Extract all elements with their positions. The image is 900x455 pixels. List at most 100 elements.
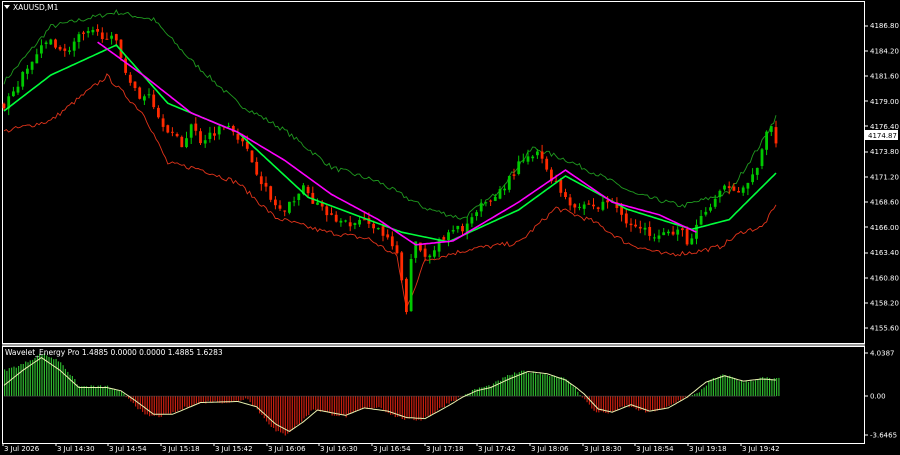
histogram-bar <box>399 396 401 417</box>
histogram-bar <box>750 380 752 397</box>
histogram-bar <box>11 367 13 397</box>
histogram-bar <box>432 396 434 414</box>
histogram-bar <box>207 396 209 402</box>
histogram-bar <box>694 393 696 397</box>
candle-body <box>283 210 287 212</box>
histogram-bar <box>242 396 244 400</box>
candle-body <box>648 227 652 236</box>
candle-body <box>236 133 240 140</box>
histogram-bar <box>724 375 726 397</box>
histogram-bar <box>317 396 319 411</box>
candle-body <box>657 235 661 239</box>
candle-body <box>634 224 637 227</box>
candle-body <box>456 225 460 230</box>
histogram-bar <box>478 387 481 397</box>
time-axis[interactable]: 3 Jul 2026 3 Jul 14:30 3 Jul 14:54 3 Jul 15… <box>2 443 780 453</box>
price-tick-label: 4155.60 <box>870 325 899 333</box>
histogram-bar <box>116 389 118 397</box>
candle-body <box>40 45 43 54</box>
trading-chart[interactable]: 4186.80 4184.20 4181.60 4179.00 4176.40 4173.… <box>0 0 900 455</box>
histogram-bar <box>67 371 69 397</box>
candle-body <box>769 126 773 132</box>
histogram-bar <box>64 368 66 397</box>
histogram-bar <box>551 375 553 397</box>
candle-body <box>662 232 666 236</box>
candle-body <box>278 205 282 209</box>
histogram-bar <box>376 396 378 408</box>
histogram-bar <box>415 396 417 421</box>
time-tick-label: 3 Jul 16:30 <box>320 445 358 453</box>
histogram-bar <box>481 387 483 397</box>
histogram-bar <box>441 396 443 408</box>
candle-body <box>517 161 521 174</box>
histogram-bar <box>656 396 658 411</box>
symbol-label[interactable]: XAUUSD,M1 <box>4 3 59 12</box>
histogram-bar <box>567 380 569 397</box>
candle-body <box>114 34 118 41</box>
histogram-bar <box>156 396 158 416</box>
candle-body <box>447 232 450 241</box>
histogram-bar <box>549 376 551 397</box>
histogram-bar <box>497 380 499 397</box>
candle-body <box>685 228 689 245</box>
histogram-bar <box>675 396 677 403</box>
price-tick-label: 4181.60 <box>870 73 899 81</box>
histogram-bar <box>322 396 324 412</box>
histogram-bar <box>418 396 420 420</box>
histogram-bar <box>39 353 41 397</box>
candle-body <box>157 107 160 118</box>
histogram-bar <box>69 374 71 397</box>
histogram-bar <box>413 396 415 421</box>
histogram-bar <box>598 396 600 413</box>
histogram-bar <box>139 396 141 410</box>
candle-body <box>376 228 380 230</box>
price-tick-label: 4171.20 <box>870 173 899 181</box>
histogram-bar <box>747 382 750 397</box>
histogram-bar <box>663 396 665 409</box>
histogram-bar <box>612 396 614 412</box>
time-tick-label: 3 Jul 2026 <box>4 445 40 453</box>
candle-body <box>152 94 156 108</box>
price-tick-label: 4166.00 <box>870 224 899 232</box>
histogram-bar <box>90 385 92 397</box>
candle-body <box>35 54 39 64</box>
time-tick-label: 3 Jul 14:30 <box>57 445 95 453</box>
histogram-bar <box>698 392 700 397</box>
histogram-bar <box>121 391 123 397</box>
time-tick-label: 3 Jul 18:06 <box>531 445 569 453</box>
histogram-bar <box>546 375 548 397</box>
histogram-bar <box>542 374 544 397</box>
candle-body <box>606 200 609 203</box>
window-separator[interactable] <box>2 344 865 346</box>
histogram-bar <box>584 396 586 400</box>
histogram-bar <box>310 396 312 411</box>
candle-body <box>587 203 591 205</box>
histogram-bar <box>766 377 768 397</box>
histogram-bar <box>343 396 345 416</box>
histogram-bar <box>769 378 771 397</box>
candle-body <box>461 226 464 232</box>
histogram-bar <box>324 396 326 412</box>
candle-body <box>741 187 745 193</box>
histogram-bar <box>553 375 555 397</box>
histogram-bar <box>237 396 240 401</box>
candle-body <box>16 86 20 93</box>
histogram-bar <box>635 396 637 410</box>
candle-body <box>339 220 343 223</box>
candle-body <box>643 227 647 230</box>
histogram-bar <box>263 396 265 419</box>
candle-body <box>723 185 726 190</box>
histogram-bar <box>436 396 438 411</box>
histogram-bar <box>715 378 717 397</box>
candle-body <box>699 216 703 225</box>
candle-body <box>353 223 357 225</box>
histogram-bar <box>216 396 219 402</box>
histogram-bar <box>301 396 303 422</box>
time-tick-label: 3 Jul 17:42 <box>478 445 516 453</box>
histogram-bar <box>172 396 174 412</box>
candle-body <box>423 248 427 257</box>
histogram-bar <box>530 373 532 397</box>
candle-body <box>175 134 179 137</box>
histogram-bar <box>670 396 672 405</box>
price-tick-label: 4179.00 <box>870 98 899 106</box>
